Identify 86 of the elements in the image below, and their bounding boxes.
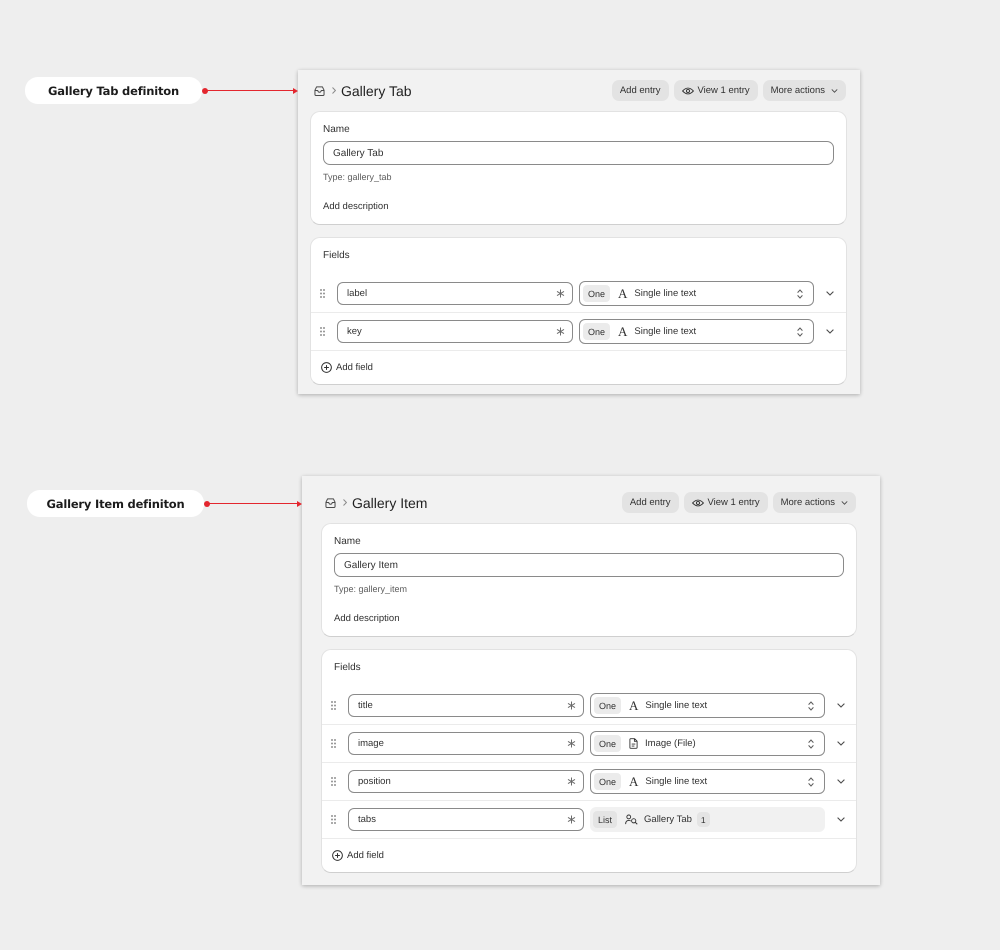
field-name-input[interactable]: image <box>348 732 584 755</box>
field-name-input[interactable]: key <box>337 320 573 343</box>
callout-label: Gallery Tab definiton <box>25 77 202 104</box>
chevron-down-icon <box>836 741 844 746</box>
name-input[interactable]: Gallery Item <box>334 553 844 577</box>
action-button[interactable]: Add entry <box>622 492 678 513</box>
drag-handle-icon[interactable] <box>320 289 325 298</box>
asterisk-icon <box>567 701 576 710</box>
tray-icon[interactable] <box>325 498 336 508</box>
chevron-right-icon <box>332 87 336 94</box>
more-actions-button[interactable]: More actions <box>762 80 846 101</box>
tray-icon[interactable] <box>314 86 325 96</box>
add-description-button[interactable]: Add description <box>334 612 400 626</box>
cardinality-badge: One <box>583 285 610 302</box>
page-title: Gallery Tab <box>341 82 413 100</box>
view-entries-button[interactable]: View 1 entry <box>674 80 758 101</box>
asterisk-icon <box>567 739 576 748</box>
type-select[interactable]: One A Single line text <box>579 319 814 344</box>
field-name-input[interactable]: title <box>348 694 584 717</box>
expand-button[interactable] <box>834 739 846 748</box>
fields-heading: Fields <box>322 249 351 263</box>
eye-icon <box>682 86 694 94</box>
name-label: Name <box>334 535 362 549</box>
expand-button[interactable] <box>824 289 836 298</box>
updown-chevron-icon <box>808 738 814 748</box>
asterisk-icon <box>556 289 565 298</box>
plus-circle-icon <box>332 850 343 861</box>
asterisk-icon <box>567 777 576 786</box>
plus-circle-icon <box>321 362 332 373</box>
updown-chevron-icon <box>808 700 814 710</box>
letter-a-icon: A <box>618 287 628 300</box>
expand-button[interactable] <box>834 815 846 824</box>
person-search-icon <box>625 814 638 825</box>
cardinality-badge: One <box>594 735 622 752</box>
drag-handle-icon[interactable] <box>331 739 336 748</box>
field-name-input[interactable]: label <box>337 282 573 305</box>
type-select[interactable]: One A Single line text <box>579 281 814 306</box>
cardinality-badge: One <box>583 323 610 340</box>
add-field-button[interactable]: Add field <box>332 850 384 861</box>
callout-label: Gallery Item definiton <box>27 490 204 517</box>
reference-name: Gallery Tab <box>644 814 692 825</box>
drag-handle-icon[interactable] <box>320 327 325 336</box>
chevron-down-icon <box>841 500 848 504</box>
expand-button[interactable] <box>834 777 846 786</box>
type-select[interactable]: One A Single line text <box>590 769 825 794</box>
add-field-button[interactable]: Add field <box>321 362 373 373</box>
letter-a-icon: A <box>629 699 638 712</box>
more-actions-button[interactable]: More actions <box>772 492 856 513</box>
view-entries-button[interactable]: View 1 entry <box>684 492 768 513</box>
count-badge: 1 <box>696 812 710 827</box>
drag-handle-icon[interactable] <box>331 701 336 710</box>
letter-a-icon: A <box>629 775 638 788</box>
field-name-input[interactable]: position <box>348 770 584 793</box>
drag-handle-icon[interactable] <box>331 815 336 824</box>
updown-chevron-icon <box>797 288 803 298</box>
expand-button[interactable] <box>834 701 846 710</box>
type-select[interactable]: One Image (File) <box>590 731 825 756</box>
eye-icon <box>692 498 704 506</box>
page-title: Gallery Item <box>352 494 428 512</box>
expand-button[interactable] <box>824 327 836 336</box>
name-label: Name <box>323 123 351 137</box>
drag-handle-icon[interactable] <box>331 777 336 786</box>
type-select[interactable]: One A Single line text <box>590 693 825 718</box>
action-button[interactable]: Add entry <box>612 80 668 101</box>
asterisk-icon <box>567 815 576 824</box>
letter-a-icon: A <box>618 325 628 338</box>
chevron-down-icon <box>826 291 834 296</box>
chevron-down-icon <box>836 817 844 822</box>
chevron-right-icon <box>343 499 347 506</box>
type-note: Type: gallery_tab <box>323 171 393 183</box>
chevron-down-icon <box>831 88 838 92</box>
updown-chevron-icon <box>808 776 814 786</box>
name-input[interactable]: Gallery Tab <box>323 141 834 165</box>
file-icon <box>629 738 638 749</box>
chevron-down-icon <box>836 779 844 784</box>
add-description-button[interactable]: Add description <box>323 200 388 214</box>
chevron-down-icon <box>826 329 834 334</box>
fields-heading: Fields <box>333 661 362 675</box>
chevron-down-icon <box>836 703 844 708</box>
type-note: Type: gallery_item <box>334 583 408 595</box>
updown-chevron-icon <box>797 326 803 336</box>
asterisk-icon <box>556 327 565 336</box>
cardinality-badge: One <box>594 773 622 790</box>
cardinality-badge: One <box>594 697 622 714</box>
field-name-input[interactable]: tabs <box>348 808 584 831</box>
cardinality-badge: List <box>593 811 618 828</box>
